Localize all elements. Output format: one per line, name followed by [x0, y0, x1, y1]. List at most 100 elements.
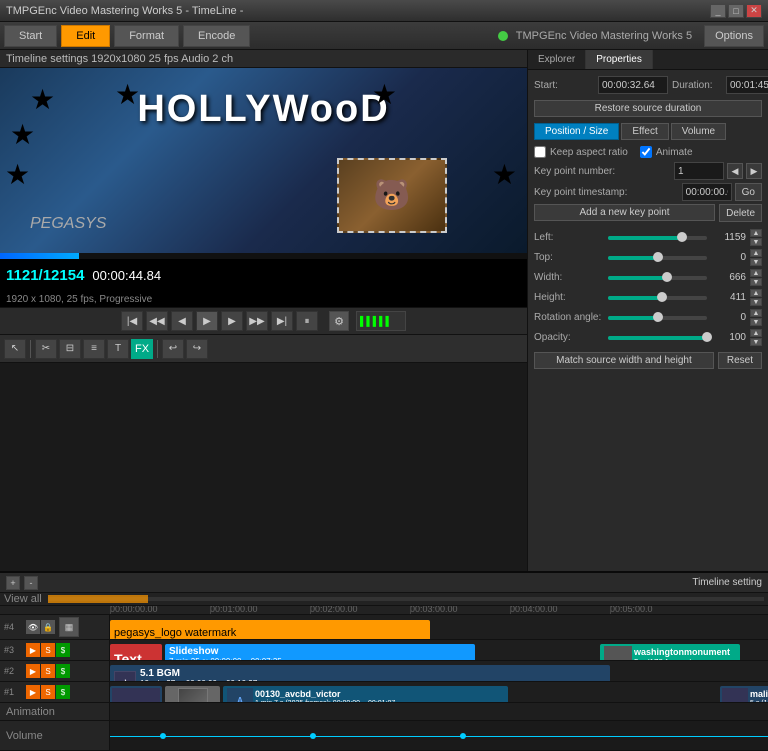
select-tool[interactable]: ↖: [4, 339, 26, 359]
step-fwd-button[interactable]: ▶: [221, 311, 243, 331]
keypoint-next-button[interactable]: ▶: [746, 163, 762, 179]
split-tool[interactable]: ⊟: [59, 339, 81, 359]
play-button[interactable]: ▶: [196, 311, 218, 331]
slider-rotation-down[interactable]: ▼: [750, 318, 762, 326]
goto-start-button[interactable]: |◀: [121, 311, 143, 331]
clip-washington[interactable]: washingtonmonument 5 s (178 frames): [600, 644, 740, 660]
sub-tab-position[interactable]: Position / Size: [534, 123, 619, 140]
clip-main-video[interactable]: A 00130_avcbd_victor 1 min 7 s (2025 fra…: [223, 686, 508, 702]
cut-tool[interactable]: ✂: [35, 339, 57, 359]
slider-height-track[interactable]: [608, 296, 707, 300]
slider-width-up[interactable]: ▲: [750, 269, 762, 277]
track-3-green-btn[interactable]: $: [56, 643, 70, 657]
track-2-orange-btn1[interactable]: ▶: [26, 664, 40, 678]
timeline-settings-label: Timeline settings 1920x1080 25 fps Audio…: [6, 53, 233, 65]
timeline-info-bar: Timeline settings 1920x1080 25 fps Audio…: [0, 50, 527, 68]
track-2-green-btn[interactable]: $: [56, 664, 70, 678]
tab-encode[interactable]: Encode: [183, 25, 250, 47]
close-button[interactable]: ✕: [746, 4, 762, 18]
slider-width-thumb: [662, 272, 672, 282]
slider-rotation-up[interactable]: ▲: [750, 309, 762, 317]
slider-width-track[interactable]: [608, 276, 707, 280]
tab-explorer[interactable]: Explorer: [528, 50, 586, 69]
track-4-eye-button[interactable]: 👁: [26, 620, 40, 634]
slider-height-up[interactable]: ▲: [750, 289, 762, 297]
slider-left-up[interactable]: ▲: [750, 229, 762, 237]
clip-main-text: 00130_avcbd_victor 1 min 7 s (2025 frame…: [255, 688, 395, 702]
settings-button[interactable]: ⚙: [329, 311, 349, 331]
pause-button[interactable]: ⏸: [296, 311, 318, 331]
clip-bgm-info1: 10 min 27 s: 00:00:00 ~ 00:10:27: [140, 679, 335, 681]
volume-point-3[interactable]: [460, 733, 466, 739]
resolution-text: 1920 x 1080, 25 fps, Progressive: [6, 294, 152, 305]
go-button[interactable]: Go: [735, 183, 762, 201]
minimize-button[interactable]: _: [710, 4, 726, 18]
clip-star-img: [179, 689, 207, 702]
slider-left-track[interactable]: [608, 236, 707, 240]
clip-text[interactable]: Text: [110, 644, 162, 660]
reset-button[interactable]: Reset: [718, 352, 762, 369]
keypoint-number-input[interactable]: [674, 162, 724, 180]
track-3-orange-btn1[interactable]: ▶: [26, 643, 40, 657]
maximize-button[interactable]: □: [728, 4, 744, 18]
slider-top-down[interactable]: ▼: [750, 258, 762, 266]
animate-checkbox[interactable]: [640, 146, 652, 158]
step-back-button[interactable]: ◀: [171, 311, 193, 331]
ripple-tool[interactable]: ≡: [83, 339, 105, 359]
delete-keypoint-button[interactable]: Delete: [719, 204, 762, 222]
sub-tab-effect[interactable]: Effect: [621, 123, 668, 140]
slider-top-track[interactable]: [608, 256, 707, 260]
timeline-add-track-button[interactable]: +: [6, 576, 20, 590]
bottom-buttons: Match source width and height Reset: [534, 350, 762, 371]
fx-tool[interactable]: FX: [131, 339, 153, 359]
keypoint-timestamp-input[interactable]: [682, 183, 732, 201]
timeline-remove-track-button[interactable]: -: [24, 576, 38, 590]
clip-bgm[interactable]: ♪ 5.1 BGM 10 min 27 s: 00:00:00 ~ 00:10:…: [110, 665, 610, 681]
clip-malibu[interactable]: malibu 5 s (169 1920x10: [720, 686, 768, 702]
slider-left-down[interactable]: ▼: [750, 238, 762, 246]
time-display: ▌▌▌▌▌: [356, 311, 406, 331]
slider-height-down[interactable]: ▼: [750, 298, 762, 306]
prev-frame-button[interactable]: ◀◀: [146, 311, 168, 331]
tab-format[interactable]: Format: [114, 25, 179, 47]
track-3-orange-btn2[interactable]: S: [41, 643, 55, 657]
text-tool[interactable]: T: [107, 339, 129, 359]
titlebar: TMPGEnc Video Mastering Works 5 - TimeLi…: [0, 0, 768, 22]
sub-tab-volume[interactable]: Volume: [671, 123, 726, 140]
track-1-orange-btn1[interactable]: ▶: [26, 685, 40, 699]
slider-opacity-track[interactable]: [608, 336, 707, 340]
start-input[interactable]: [598, 76, 668, 94]
volume-point-2[interactable]: [310, 733, 316, 739]
tab-edit[interactable]: Edit: [61, 25, 110, 47]
tab-start[interactable]: Start: [4, 25, 57, 47]
track-1-orange-btn2[interactable]: S: [41, 685, 55, 699]
slider-rotation-track[interactable]: [608, 316, 707, 320]
track-1-green-btn[interactable]: $: [56, 685, 70, 699]
volume-point-1[interactable]: [160, 733, 166, 739]
keep-aspect-checkbox[interactable]: [534, 146, 546, 158]
slider-opacity-down[interactable]: ▼: [750, 338, 762, 346]
clip-pegasys-logo[interactable]: pegasys_logo watermark: [110, 620, 430, 639]
add-keypoint-button[interactable]: Add a new key point: [534, 204, 715, 221]
slider-opacity-up[interactable]: ▲: [750, 329, 762, 337]
goto-end-button[interactable]: ▶|: [271, 311, 293, 331]
slider-width-down[interactable]: ▼: [750, 278, 762, 286]
duration-input[interactable]: [726, 76, 768, 94]
clip-slideshow[interactable]: Slideshow 7 min 35 s: 00:00:00 ~ 00:07:3…: [165, 644, 475, 660]
progress-bar[interactable]: [0, 253, 527, 259]
redo-button[interactable]: ↪: [186, 339, 208, 359]
next-frame-button[interactable]: ▶▶: [246, 311, 268, 331]
track-4-lock-button[interactable]: 🔒: [41, 620, 55, 634]
slider-top-up[interactable]: ▲: [750, 249, 762, 257]
restore-source-btn[interactable]: Restore source duration: [534, 100, 762, 117]
slider-rotation-value: 0: [711, 312, 746, 323]
track-2-orange-btn2[interactable]: S: [41, 664, 55, 678]
tab-properties[interactable]: Properties: [586, 50, 653, 69]
keypoint-prev-button[interactable]: ◀: [727, 163, 743, 179]
undo-button[interactable]: ↩: [162, 339, 184, 359]
options-button[interactable]: Options: [704, 25, 764, 47]
clip-star[interactable]: Star: [165, 686, 220, 702]
match-source-button[interactable]: Match source width and height: [534, 352, 714, 369]
slider-width-label: Width:: [534, 272, 604, 283]
clip-holl[interactable]: [110, 686, 162, 702]
